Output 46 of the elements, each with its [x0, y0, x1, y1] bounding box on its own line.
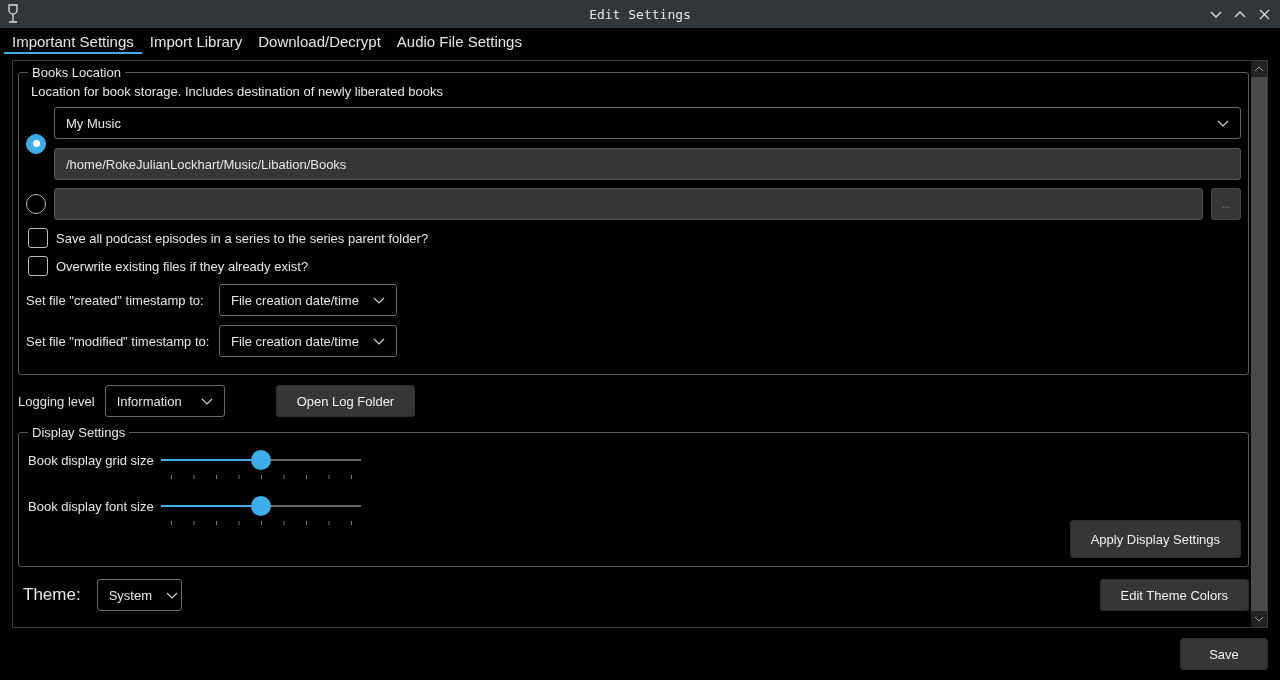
checkbox-label: Overwrite existing files if they already exist?	[56, 258, 309, 274]
logging-label: Logging level	[18, 393, 95, 409]
custom-path-field[interactable]	[54, 188, 1203, 220]
tab[interactable]: Download/Decrypt	[250, 28, 389, 54]
timestamp-label: Set file "modified" timestamp to:	[26, 333, 211, 349]
group-title: Display Settings	[31, 425, 127, 440]
minimize-button[interactable]	[1210, 10, 1222, 18]
description-text: Location for book storage. Includes destination of newly liberated books	[31, 84, 444, 99]
save-button[interactable]: Save	[1180, 638, 1268, 670]
radio-button[interactable]	[26, 133, 46, 154]
browse-button[interactable]: ...	[1211, 188, 1241, 220]
close-button[interactable]	[1258, 8, 1270, 20]
chevron-up-icon[interactable]	[1254, 66, 1264, 72]
radio-button[interactable]	[26, 194, 46, 214]
chevron-down-icon[interactable]	[1254, 616, 1264, 622]
location-dropdown[interactable]: My Music	[54, 107, 1241, 139]
edit-theme-colors-button[interactable]: Edit Theme Colors	[1099, 579, 1249, 611]
checkbox[interactable]	[28, 256, 48, 276]
slider-label: Book display grid size	[28, 453, 155, 468]
chevron-down-icon	[373, 337, 385, 345]
timestamp-dropdown[interactable]: File creation date/time	[219, 284, 397, 316]
chevron-down-icon	[200, 397, 213, 405]
scrollbar[interactable]	[1251, 61, 1267, 627]
timestamp-label: Set file "created" timestamp to:	[26, 292, 205, 308]
logging-dropdown[interactable]: Information	[104, 385, 225, 417]
chevron-down-icon	[1217, 119, 1229, 127]
slider-thumb[interactable]	[251, 496, 271, 516]
tab[interactable]: Audio File Settings	[388, 28, 530, 54]
chevron-down-icon	[373, 296, 385, 304]
checkbox[interactable]	[28, 228, 48, 248]
theme-dropdown[interactable]: System	[96, 579, 182, 611]
slider-thumb[interactable]	[251, 450, 271, 470]
group-title: Books Location	[31, 65, 122, 80]
timestamp-dropdown[interactable]: File creation date/time	[219, 325, 397, 357]
maximize-button[interactable]	[1234, 10, 1246, 18]
tab[interactable]: Import Library	[141, 28, 251, 54]
tab[interactable]: Important Settings	[4, 28, 142, 54]
open-log-folder-button[interactable]: Open Log Folder	[275, 385, 416, 417]
window-title: Edit Settings	[589, 6, 691, 22]
apply-display-settings-button[interactable]: Apply Display Settings	[1069, 520, 1241, 558]
theme-label: Theme:	[23, 585, 81, 605]
checkbox-label: Save all podcast episodes in a series to the series parent folder?	[56, 230, 429, 246]
slider-label: Book display font size	[28, 499, 155, 514]
chevron-down-icon	[166, 591, 178, 599]
path-field[interactable]: /home/RokeJulianLockhart/Music/Libation/Books	[54, 148, 1241, 180]
wine-glass-icon	[6, 4, 20, 24]
